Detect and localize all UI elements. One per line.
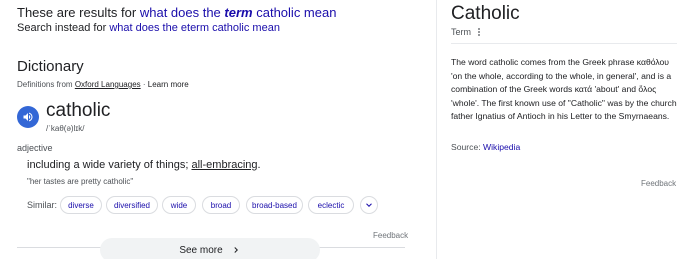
panel-title: Catholic	[451, 3, 520, 24]
dictionary-feedback-link[interactable]: Feedback	[373, 231, 408, 240]
more-vert-icon[interactable]	[475, 27, 483, 37]
more-similar-button[interactable]	[360, 196, 378, 214]
part-of-speech: adjective	[17, 143, 53, 153]
definitions-source: Definitions from Oxford Languages · Lear…	[17, 80, 189, 89]
see-more-label: See more	[179, 244, 223, 256]
headword: catholic	[46, 100, 111, 121]
corrected-query-link[interactable]: what does the term catholic mean	[140, 5, 337, 20]
panel-feedback-link[interactable]: Feedback	[641, 179, 676, 188]
panel-divider	[451, 43, 677, 44]
results-for-notice: These are results for what does the term…	[17, 5, 336, 20]
speaker-button[interactable]	[17, 106, 39, 128]
speaker-icon	[23, 112, 33, 122]
panel-description: The word catholic comes from the Greek p…	[451, 57, 677, 122]
results-for-prefix: These are results for	[17, 5, 137, 20]
similar-chip-broad[interactable]: broad	[202, 196, 240, 214]
similar-chip-diverse[interactable]: diverse	[60, 196, 102, 214]
similar-chip-wide[interactable]: wide	[162, 196, 196, 214]
chevron-right-icon	[234, 247, 238, 253]
see-more-button[interactable]: See more	[100, 238, 320, 259]
panel-source: Source: Wikipedia	[451, 142, 521, 152]
knowledge-panel: Catholic Term The word catholic comes fr…	[436, 0, 690, 259]
corrected-term: term	[224, 5, 253, 20]
oxford-languages-link[interactable]: Oxford Languages	[75, 80, 141, 89]
phonetic-spelling: /ˈkaθ(ə)lɪk/	[46, 124, 85, 133]
similar-chip-diversified[interactable]: diversified	[106, 196, 158, 214]
dictionary-heading: Dictionary	[17, 58, 84, 75]
dictionary-column: These are results for what does the term…	[0, 0, 425, 259]
search-instead-notice: Search instead for what does the eterm c…	[17, 22, 280, 34]
original-query-link[interactable]: what does the eterm catholic mean	[109, 22, 280, 34]
chevron-down-icon	[366, 203, 372, 207]
search-instead-prefix: Search instead for	[17, 22, 107, 34]
learn-more-link[interactable]: Learn more	[148, 80, 189, 89]
similar-label: Similar:	[27, 200, 58, 210]
definition-link-all-embracing[interactable]: all-embracing	[192, 159, 258, 171]
similar-chip-eclectic[interactable]: eclectic	[308, 196, 354, 214]
definition: including a wide variety of things; all-…	[27, 159, 261, 171]
similar-chip-broad-based[interactable]: broad-based	[246, 196, 303, 214]
example-sentence: "her tastes are pretty catholic"	[27, 177, 134, 186]
wikipedia-link[interactable]: Wikipedia	[483, 142, 520, 152]
panel-subtitle: Term	[451, 27, 483, 37]
